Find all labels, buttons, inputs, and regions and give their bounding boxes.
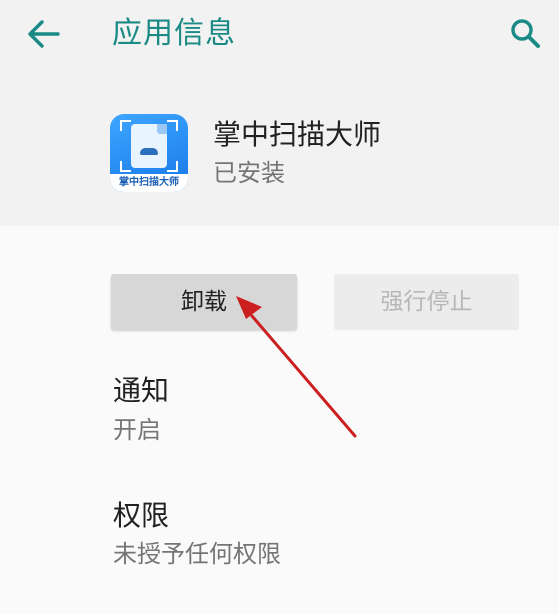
notifications-title: 通知: [113, 374, 170, 407]
force-stop-button[interactable]: 强行停止: [334, 274, 519, 330]
page-title: 应用信息: [112, 16, 236, 51]
back-button[interactable]: [22, 14, 66, 54]
app-icon: 掌中扫描大师: [110, 114, 188, 192]
permissions-title: 权限: [113, 499, 170, 532]
uninstall-button[interactable]: 卸载: [111, 274, 297, 330]
app-icon-caption: 掌中扫描大师: [110, 174, 188, 192]
app-name: 掌中扫描大师: [213, 118, 382, 151]
app-bar: 应用信息: [0, 0, 559, 70]
mustache-icon: [140, 148, 158, 155]
document-icon: [131, 124, 167, 168]
search-icon: [511, 19, 540, 48]
app-install-status: 已安装: [213, 159, 285, 187]
arrow-left-icon: [28, 20, 60, 48]
notifications-value: 开启: [113, 416, 161, 444]
search-button[interactable]: [504, 12, 548, 56]
permissions-value: 未授予任何权限: [113, 540, 281, 568]
